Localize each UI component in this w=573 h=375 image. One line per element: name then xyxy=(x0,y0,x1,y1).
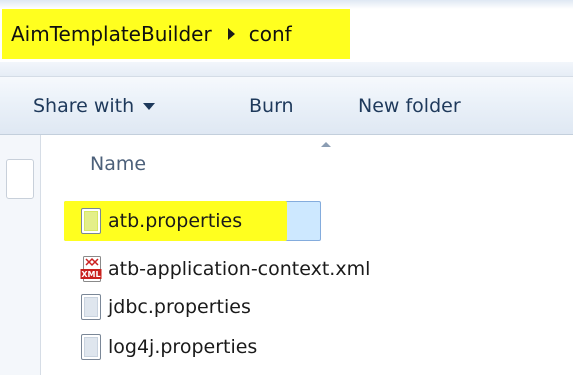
new-folder-button[interactable]: New folder xyxy=(358,77,461,134)
chevron-down-icon xyxy=(143,103,156,110)
share-with-label: Share with xyxy=(33,94,135,117)
svg-text:XML: XML xyxy=(81,270,100,279)
file-name: atb.properties xyxy=(108,210,243,232)
file-list-pane[interactable]: Name atb.properties XML atb-application-… xyxy=(41,135,573,375)
navigation-scrollbar-thumb[interactable] xyxy=(6,159,34,199)
address-bar[interactable]: AimTemplateBuilder conf xyxy=(0,0,573,63)
window-top-edge xyxy=(0,0,573,9)
file-row-atb-properties[interactable]: atb.properties xyxy=(68,201,573,241)
address-bar-bottom-strip xyxy=(0,62,573,77)
new-folder-label: New folder xyxy=(358,94,461,117)
breadcrumb-separator-arrow-icon[interactable] xyxy=(227,28,235,40)
file-row-atb-application-context-xml[interactable]: XML atb-application-context.xml xyxy=(68,249,573,289)
burn-label: Burn xyxy=(249,94,294,117)
burn-button[interactable]: Burn xyxy=(249,77,294,134)
command-toolbar: Share with Burn New folder xyxy=(0,77,573,135)
properties-file-icon xyxy=(80,293,102,321)
share-with-button[interactable]: Share with xyxy=(33,77,156,134)
breadcrumb[interactable]: AimTemplateBuilder conf xyxy=(2,9,350,59)
file-row-jdbc-properties[interactable]: jdbc.properties xyxy=(68,287,573,327)
properties-file-icon xyxy=(80,333,102,361)
navigation-pane[interactable] xyxy=(0,135,41,375)
column-header-name[interactable]: Name xyxy=(90,153,146,175)
file-name: jdbc.properties xyxy=(108,296,251,318)
file-row-log4j-properties[interactable]: log4j.properties xyxy=(68,327,573,367)
xml-file-icon: XML xyxy=(80,255,102,283)
sort-ascending-icon xyxy=(321,142,331,147)
breadcrumb-item-conf[interactable]: conf xyxy=(249,22,292,46)
breadcrumb-item-aimtemplatebuilder[interactable]: AimTemplateBuilder xyxy=(11,22,212,46)
file-name: atb-application-context.xml xyxy=(108,258,371,280)
properties-file-icon xyxy=(80,207,102,235)
file-name: log4j.properties xyxy=(108,336,258,358)
column-header-row: Name xyxy=(41,135,573,190)
